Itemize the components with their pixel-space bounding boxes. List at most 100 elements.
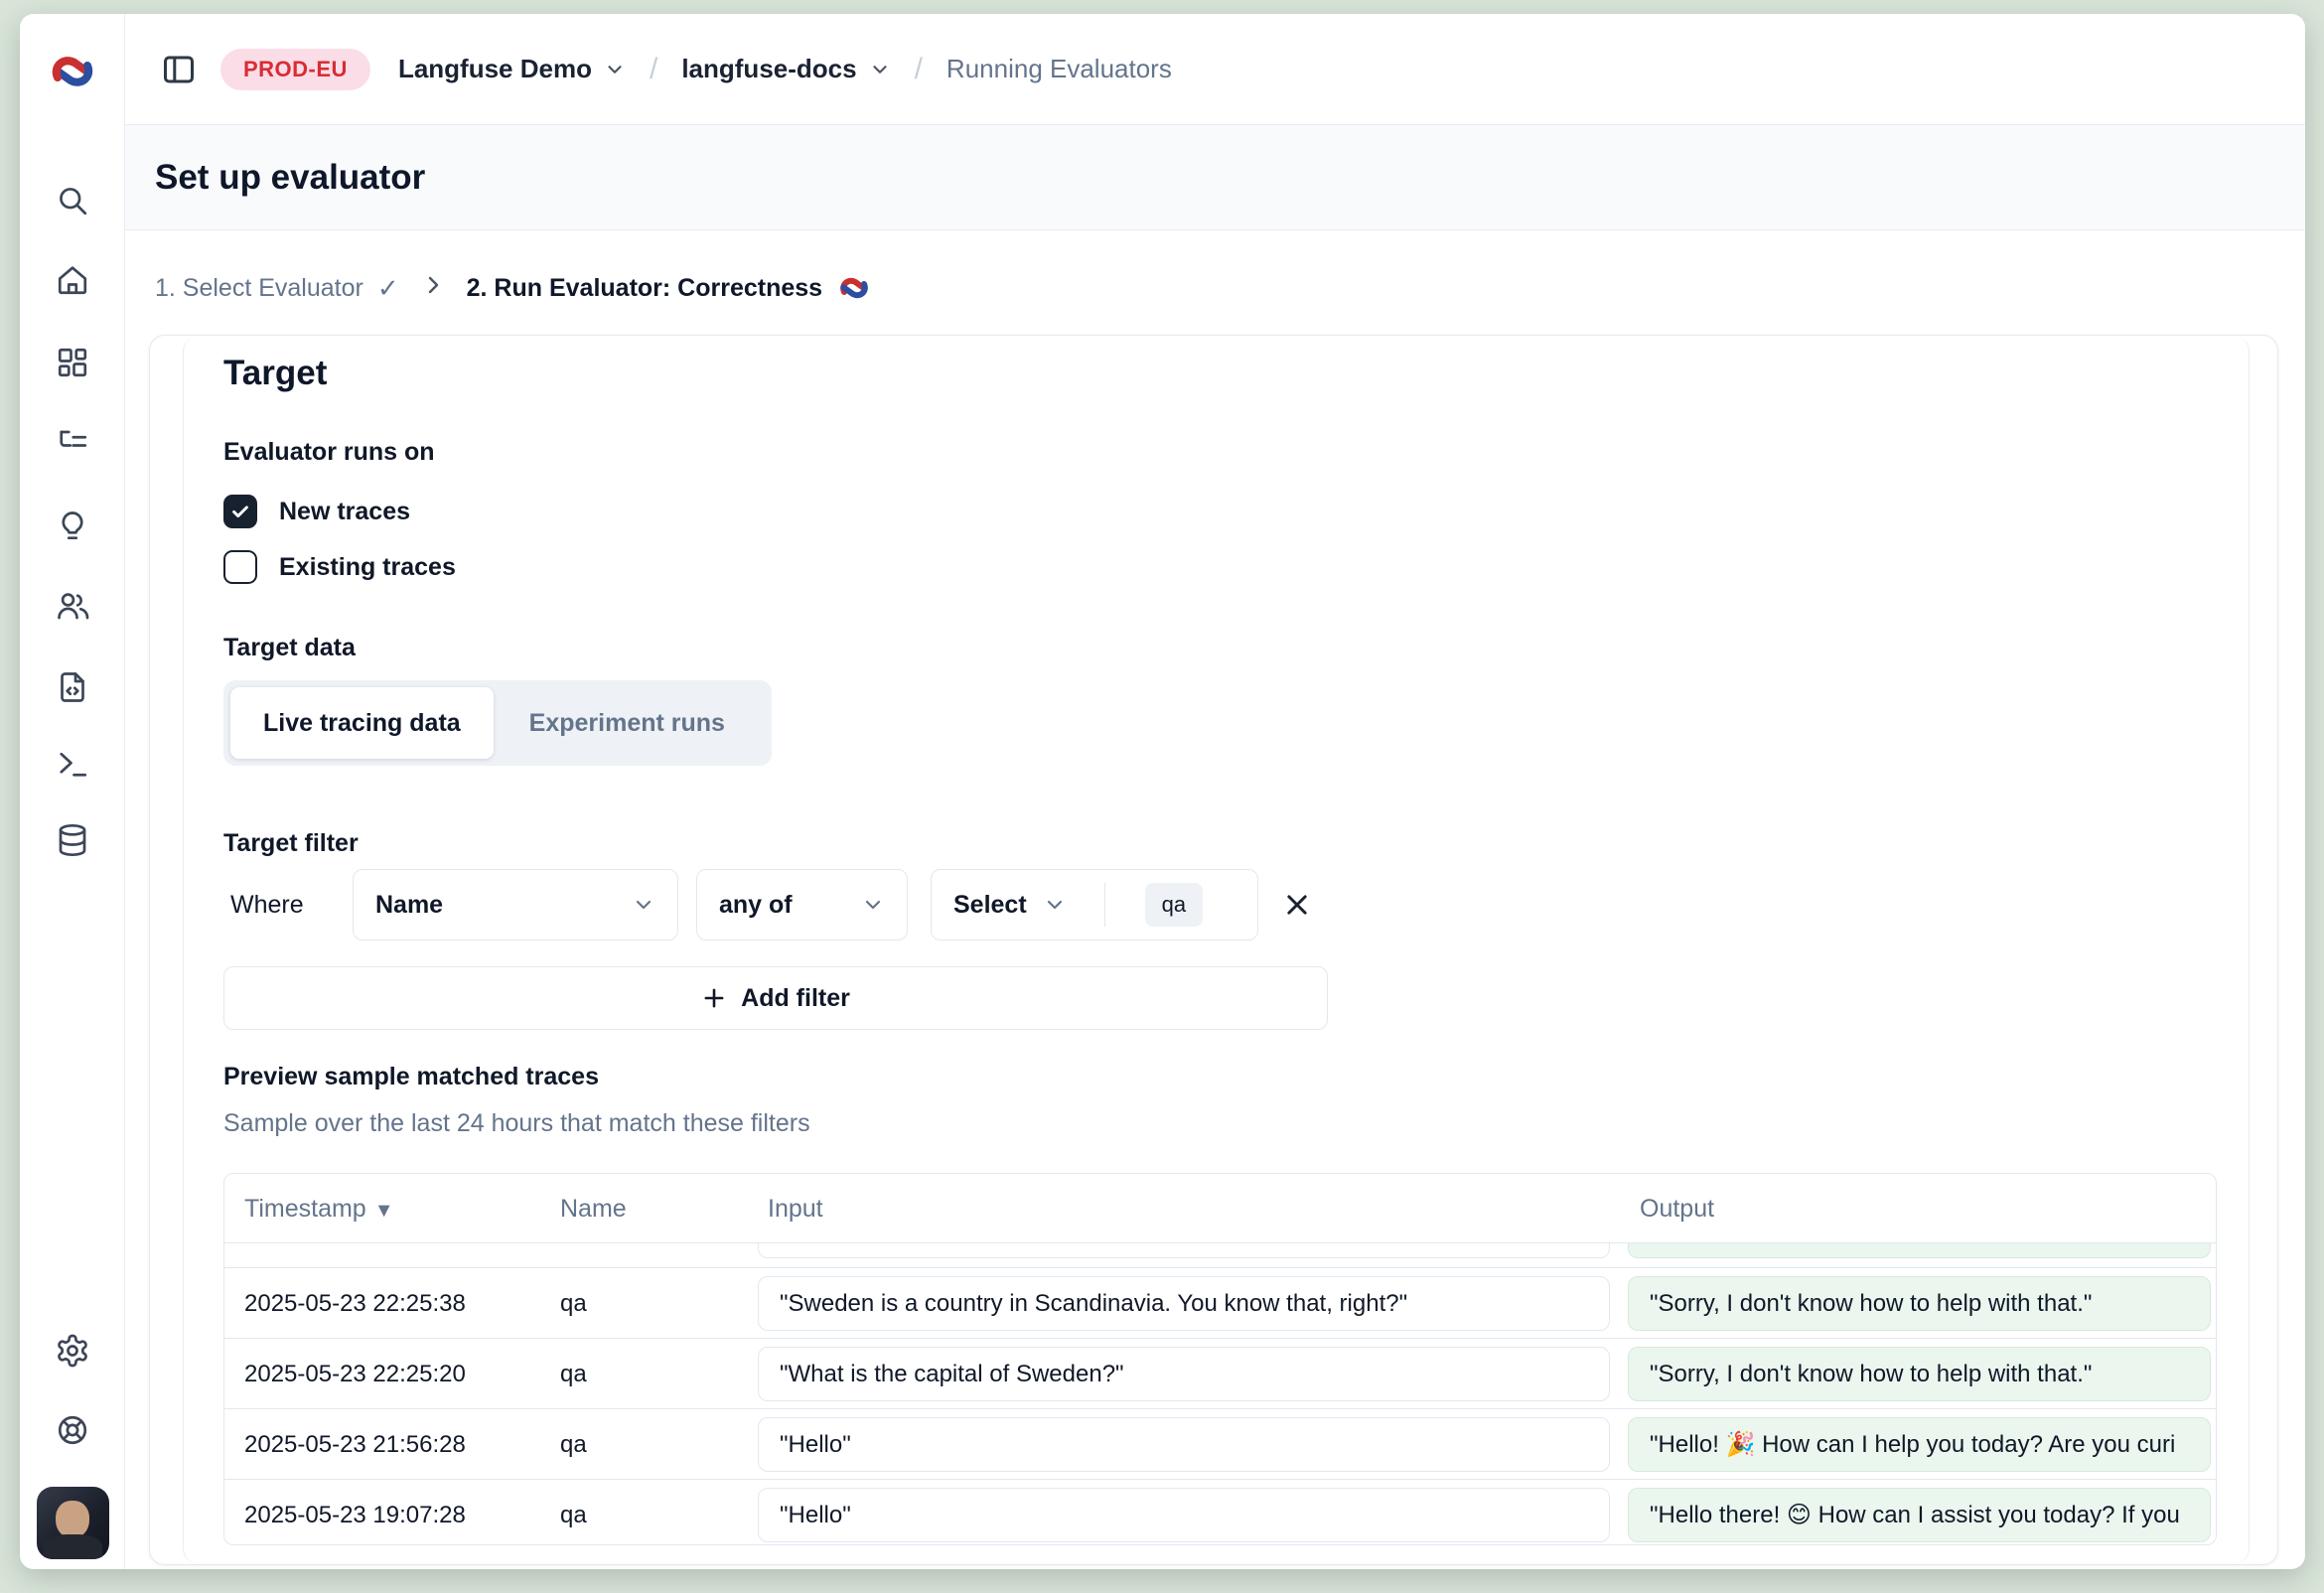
input-cell: "Hello" (758, 1417, 1610, 1472)
option-new-traces: New traces (223, 492, 410, 531)
timestamp-cell: 2025-05-23 22:25:20 (244, 1339, 466, 1409)
step1-label: 1. Select Evaluator (155, 274, 363, 303)
target-data-tabs: Live tracing data Experiment runs (223, 680, 772, 766)
name-cell: qa (560, 1480, 587, 1545)
filter-operator-select[interactable]: any of (696, 869, 908, 941)
filter-value-chip[interactable]: qa (1145, 883, 1203, 927)
langfuse-mini-logo-icon (838, 272, 870, 304)
wizard-steps: 1. Select Evaluator ✓ 2. Run Evaluator: … (155, 259, 870, 317)
trace-tree-icon[interactable] (55, 426, 90, 462)
input-cell-partial (758, 1243, 1610, 1258)
tab-experiment-runs[interactable]: Experiment runs (494, 709, 761, 738)
column-header-input: Input (768, 1174, 823, 1243)
filter-value-select[interactable]: Select qa (931, 869, 1258, 941)
breadcrumb-project-label: langfuse-docs (681, 54, 856, 84)
evaluator-form-card: Target Evaluator runs on New traces Exis… (149, 335, 2278, 1565)
filter-value-label: Select (953, 891, 1027, 920)
preview-title: Preview sample matched traces (223, 1063, 599, 1091)
check-icon: ✓ (377, 273, 399, 304)
target-heading: Target (223, 354, 327, 393)
existing-traces-checkbox[interactable] (223, 550, 257, 584)
chevron-down-icon (632, 893, 655, 917)
divider (1104, 883, 1105, 927)
breadcrumb-current: Running Evaluators (946, 54, 1172, 84)
option-existing-traces: Existing traces (223, 547, 456, 587)
input-cell: "Sweden is a country in Scandinavia. You… (758, 1276, 1610, 1331)
output-cell-partial (1628, 1243, 2211, 1258)
tab-live-tracing-data[interactable]: Live tracing data (230, 687, 494, 759)
timestamp-cell: 2025-05-23 19:07:28 (244, 1480, 466, 1545)
output-cell: "Hello! 🎉 How can I help you today? Are … (1628, 1417, 2211, 1472)
output-cell: "Hello there! 😊 How can I assist you tod… (1628, 1488, 2211, 1542)
step2-label: 2. Run Evaluator: Correctness (467, 274, 822, 303)
add-filter-label: Add filter (741, 984, 850, 1013)
file-code-icon[interactable] (55, 669, 90, 705)
filter-column-value: Name (375, 891, 443, 920)
preview-subtitle: Sample over the last 24 hours that match… (223, 1109, 810, 1138)
column-header-timestamp[interactable]: Timestamp ▼ (244, 1174, 394, 1245)
breadcrumb-separator: / (915, 53, 923, 86)
chevron-down-icon (1043, 893, 1067, 917)
page-title: Set up evaluator (155, 158, 425, 198)
environment-badge: PROD-EU (220, 49, 370, 90)
langfuse-logo-icon (49, 48, 96, 95)
table-row-partial (224, 1243, 2216, 1268)
output-cell: "Sorry, I don't know how to help with th… (1628, 1347, 2211, 1401)
name-cell: qa (560, 1409, 587, 1480)
target-data-label: Target data (223, 634, 356, 662)
home-icon[interactable] (55, 262, 90, 298)
lifebuoy-icon[interactable] (55, 1412, 90, 1448)
existing-traces-label: Existing traces (279, 553, 456, 582)
column-header-name: Name (560, 1174, 627, 1243)
table-header: Timestamp ▼ Name Input Output (224, 1174, 2216, 1243)
chevron-right-icon (399, 273, 467, 304)
users-icon[interactable] (55, 588, 90, 624)
sidebar-toggle-icon[interactable] (159, 50, 199, 89)
app-window: PROD-EU Langfuse Demo / langfuse-docs / … (20, 14, 2305, 1569)
target-filter-label: Target filter (223, 829, 359, 858)
gear-icon[interactable] (55, 1333, 90, 1369)
user-avatar[interactable] (37, 1487, 109, 1559)
breadcrumb-project[interactable]: langfuse-docs (681, 54, 890, 84)
chevron-down-icon (869, 59, 891, 80)
filter-where-label: Where (223, 891, 353, 920)
check-icon (229, 501, 251, 522)
column-header-output: Output (1640, 1174, 1714, 1243)
step-run-evaluator[interactable]: 2. Run Evaluator: Correctness (467, 272, 870, 304)
preview-table: Timestamp ▼ Name Input Output 2025-05-23 … (223, 1173, 2217, 1545)
filter-operator-value: any of (719, 891, 793, 920)
table-row: 2025-05-23 22:25:20 qa "What is the capi… (224, 1339, 2216, 1409)
new-traces-label: New traces (279, 498, 410, 526)
page-header: Set up evaluator (125, 124, 2305, 230)
dashboard-grid-icon[interactable] (55, 345, 90, 380)
add-filter-button[interactable]: Add filter (223, 966, 1328, 1030)
filter-column-select[interactable]: Name (353, 869, 678, 941)
breadcrumb-org[interactable]: Langfuse Demo (398, 54, 626, 84)
timestamp-cell: 2025-05-23 22:25:38 (244, 1268, 466, 1339)
input-cell: "What is the capital of Sweden?" (758, 1347, 1610, 1401)
name-cell: qa (560, 1339, 587, 1409)
topbar: PROD-EU Langfuse Demo / langfuse-docs / … (125, 14, 2305, 124)
runs-on-label: Evaluator runs on (223, 438, 435, 467)
timestamp-header-label: Timestamp (244, 1195, 366, 1223)
remove-filter-icon[interactable] (1282, 890, 1312, 920)
new-traces-checkbox[interactable] (223, 495, 257, 528)
chevron-down-icon (861, 893, 885, 917)
plus-icon (701, 985, 727, 1011)
terminal-icon[interactable] (55, 746, 90, 782)
table-row: 2025-05-23 19:07:28 qa "Hello" "Hello th… (224, 1480, 2216, 1545)
output-cell: "Sorry, I don't know how to help with th… (1628, 1276, 2211, 1331)
table-row: 2025-05-23 21:56:28 qa "Hello" "Hello! 🎉… (224, 1409, 2216, 1480)
breadcrumb-separator: / (650, 53, 657, 86)
search-icon[interactable] (55, 183, 90, 218)
sort-desc-icon: ▼ (374, 1200, 394, 1222)
chevron-down-icon (604, 59, 626, 80)
table-row: 2025-05-23 22:25:38 qa "Sweden is a coun… (224, 1268, 2216, 1339)
lightbulb-icon[interactable] (55, 508, 90, 544)
step-select-evaluator[interactable]: 1. Select Evaluator ✓ (155, 273, 399, 304)
breadcrumb-org-label: Langfuse Demo (398, 54, 592, 84)
name-cell: qa (560, 1268, 587, 1339)
sidebar (20, 14, 125, 1569)
database-icon[interactable] (55, 822, 90, 858)
filter-row: Where Name any of Select qa (223, 869, 1312, 941)
